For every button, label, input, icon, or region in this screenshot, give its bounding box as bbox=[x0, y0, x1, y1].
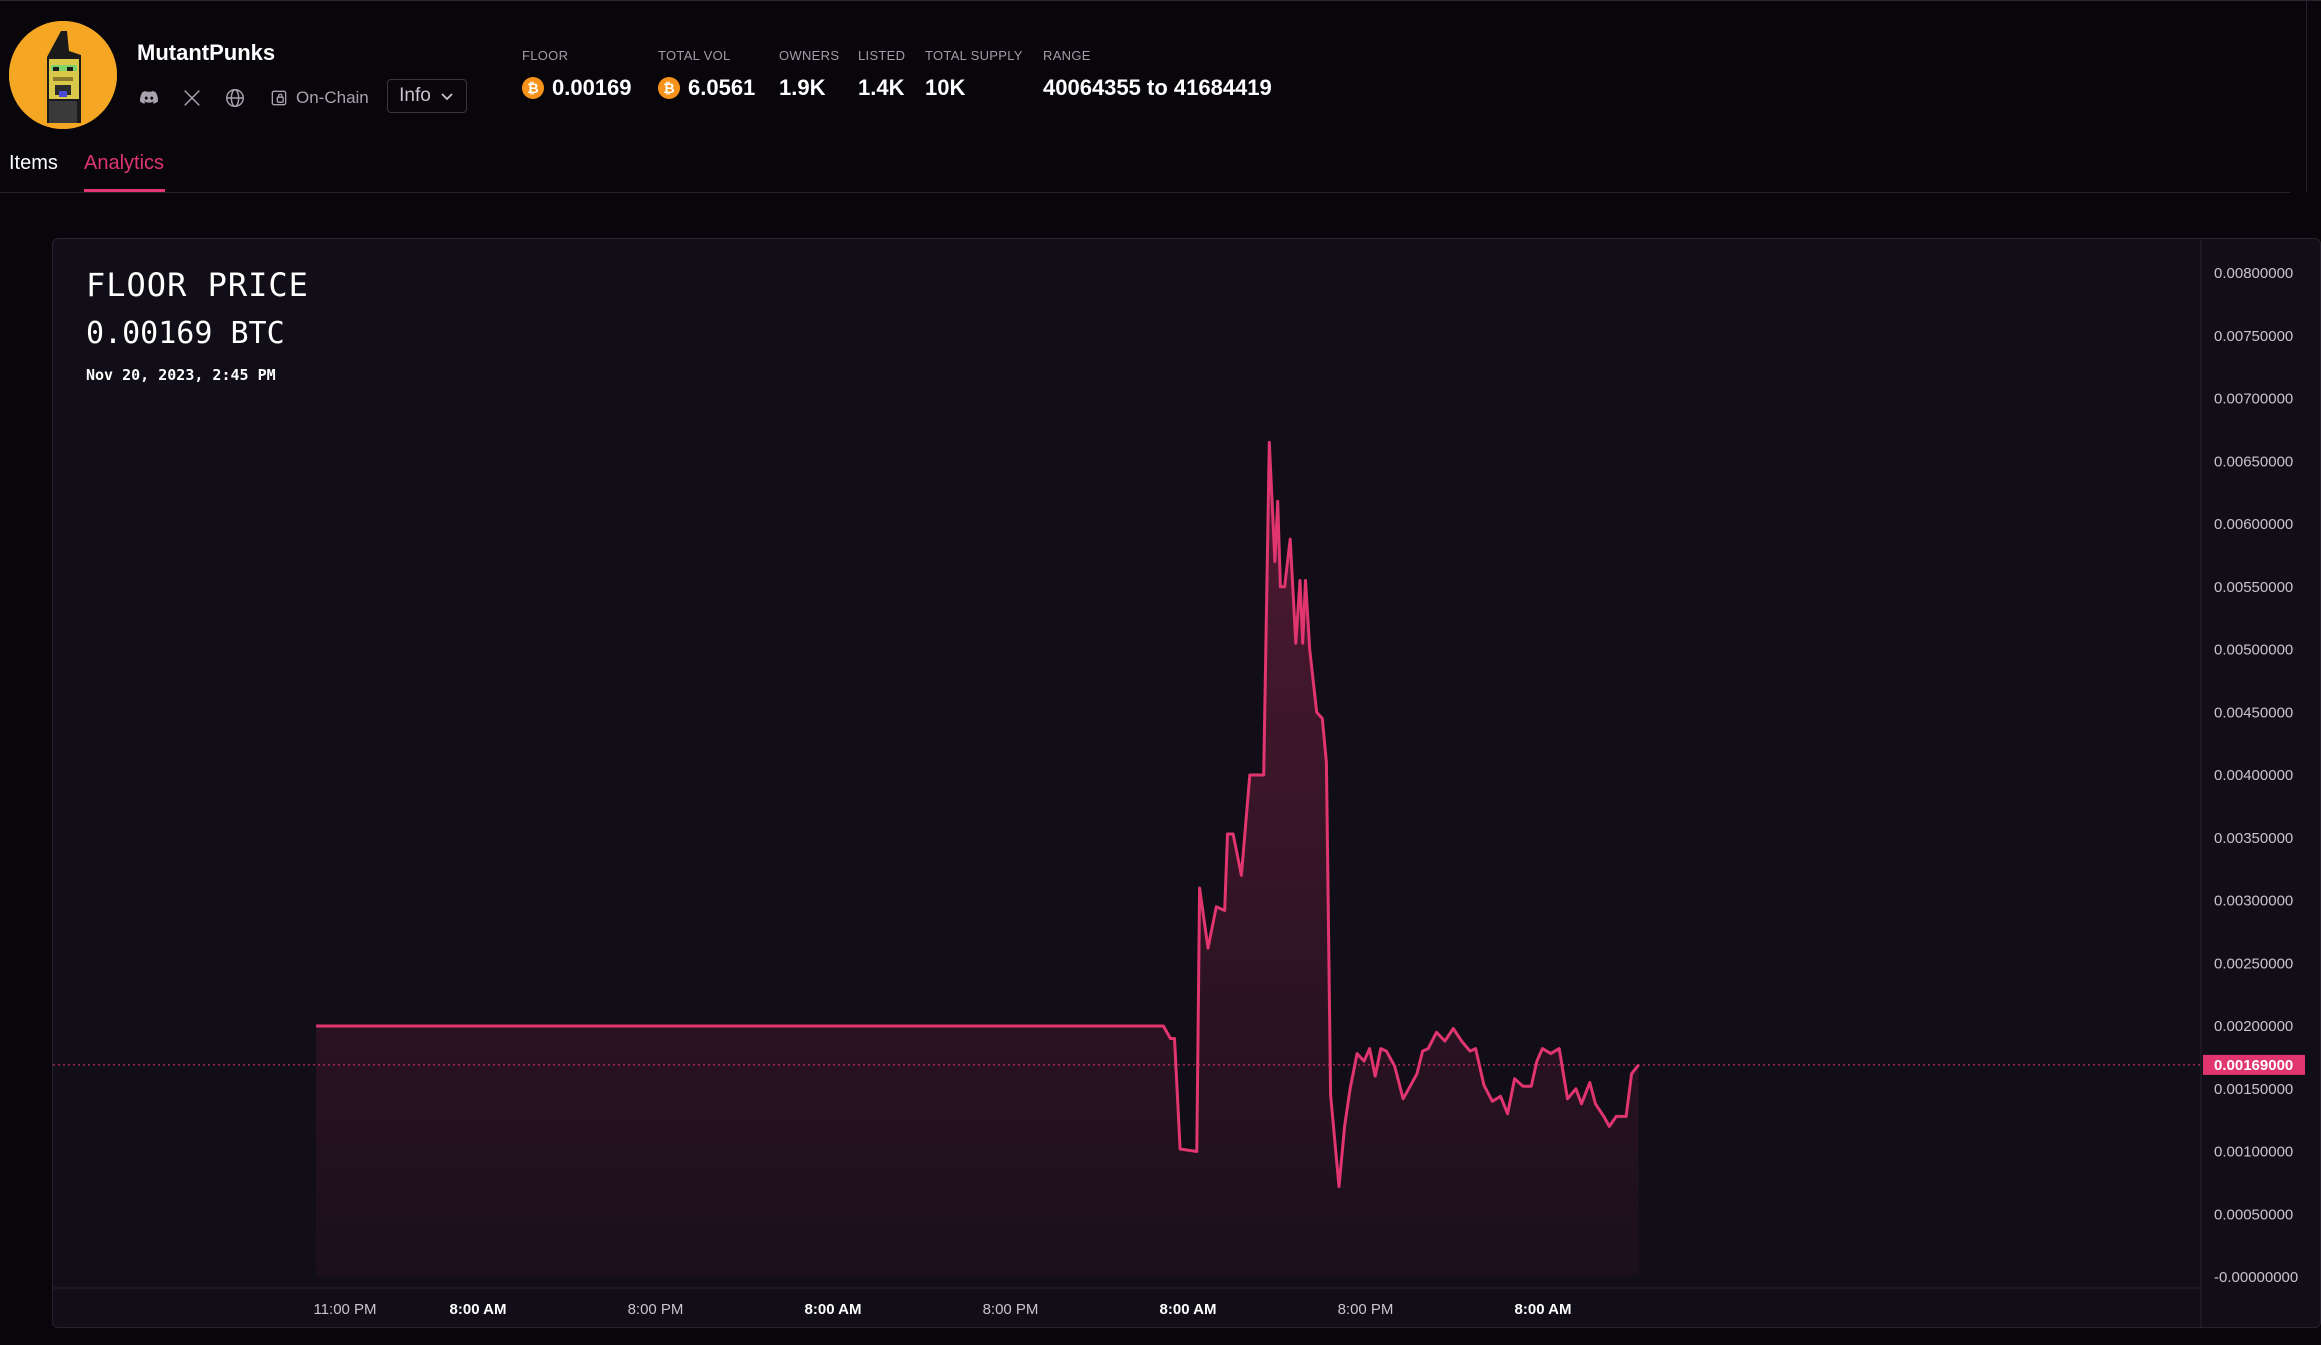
chart-current-date: Nov 20, 2023, 2:45 PM bbox=[86, 366, 276, 384]
stat-total-vol-label: TOTAL VOL bbox=[658, 48, 731, 63]
stat-listed-label: LISTED bbox=[858, 48, 906, 63]
stat-total-vol: TOTAL VOL ₿ 6.0561 bbox=[658, 48, 755, 101]
stat-range: RANGE 40064355 to 41684419 bbox=[1043, 48, 1272, 101]
top-border bbox=[0, 0, 2321, 1]
info-label: Info bbox=[399, 85, 431, 106]
globe-icon[interactable] bbox=[223, 86, 247, 110]
tab-analytics[interactable]: Analytics bbox=[84, 152, 164, 175]
stat-range-value: 40064355 to 41684419 bbox=[1043, 75, 1272, 100]
stat-floor-value: 0.00169 bbox=[552, 75, 632, 100]
collection-avatar[interactable] bbox=[9, 21, 117, 129]
on-chain-label: On-Chain bbox=[296, 88, 369, 107]
stat-owners-label: OWNERS bbox=[779, 48, 840, 63]
stat-floor-label: FLOOR bbox=[522, 48, 569, 63]
stat-floor-value-row: ₿ 0.00169 bbox=[522, 75, 632, 101]
chart-current-value: 0.00169 BTC bbox=[86, 316, 285, 351]
collection-name: MutantPunks bbox=[137, 40, 276, 65]
bitcoin-icon: ₿ bbox=[658, 77, 680, 99]
stat-total-supply: TOTAL SUPPLY 10K bbox=[925, 48, 1023, 101]
stat-total-supply-label: TOTAL SUPPLY bbox=[925, 48, 1023, 63]
tab-items[interactable]: Items bbox=[9, 152, 58, 175]
info-dropdown-button[interactable]: Info bbox=[387, 79, 467, 113]
on-chain-icon bbox=[271, 90, 287, 106]
header-divider bbox=[0, 192, 2290, 193]
stat-total-supply-value: 10K bbox=[925, 75, 966, 100]
on-chain-link[interactable]: On-Chain bbox=[269, 88, 369, 108]
stat-range-label: RANGE bbox=[1043, 48, 1091, 63]
discord-icon[interactable] bbox=[137, 86, 161, 110]
chart-title: FLOOR PRICE bbox=[86, 266, 309, 304]
mutant-punk-avatar-icon bbox=[9, 21, 117, 129]
bitcoin-icon: ₿ bbox=[522, 77, 544, 99]
stat-total-vol-value: 6.0561 bbox=[688, 75, 756, 100]
stat-total-vol-value-row: ₿ 6.0561 bbox=[658, 75, 755, 101]
floor-price-chart-panel bbox=[52, 238, 2321, 1328]
x-icon[interactable] bbox=[180, 86, 204, 110]
stat-listed: LISTED 1.4K bbox=[858, 48, 905, 101]
stat-listed-value: 1.4K bbox=[858, 75, 905, 100]
stat-floor: FLOOR ₿ 0.00169 bbox=[522, 48, 632, 101]
header-right-edge bbox=[2306, 0, 2307, 192]
stat-owners: OWNERS 1.9K bbox=[779, 48, 839, 101]
collection-links: On-Chain bbox=[137, 80, 369, 116]
stat-owners-value: 1.9K bbox=[779, 75, 826, 100]
chevron-down-icon bbox=[441, 93, 453, 101]
